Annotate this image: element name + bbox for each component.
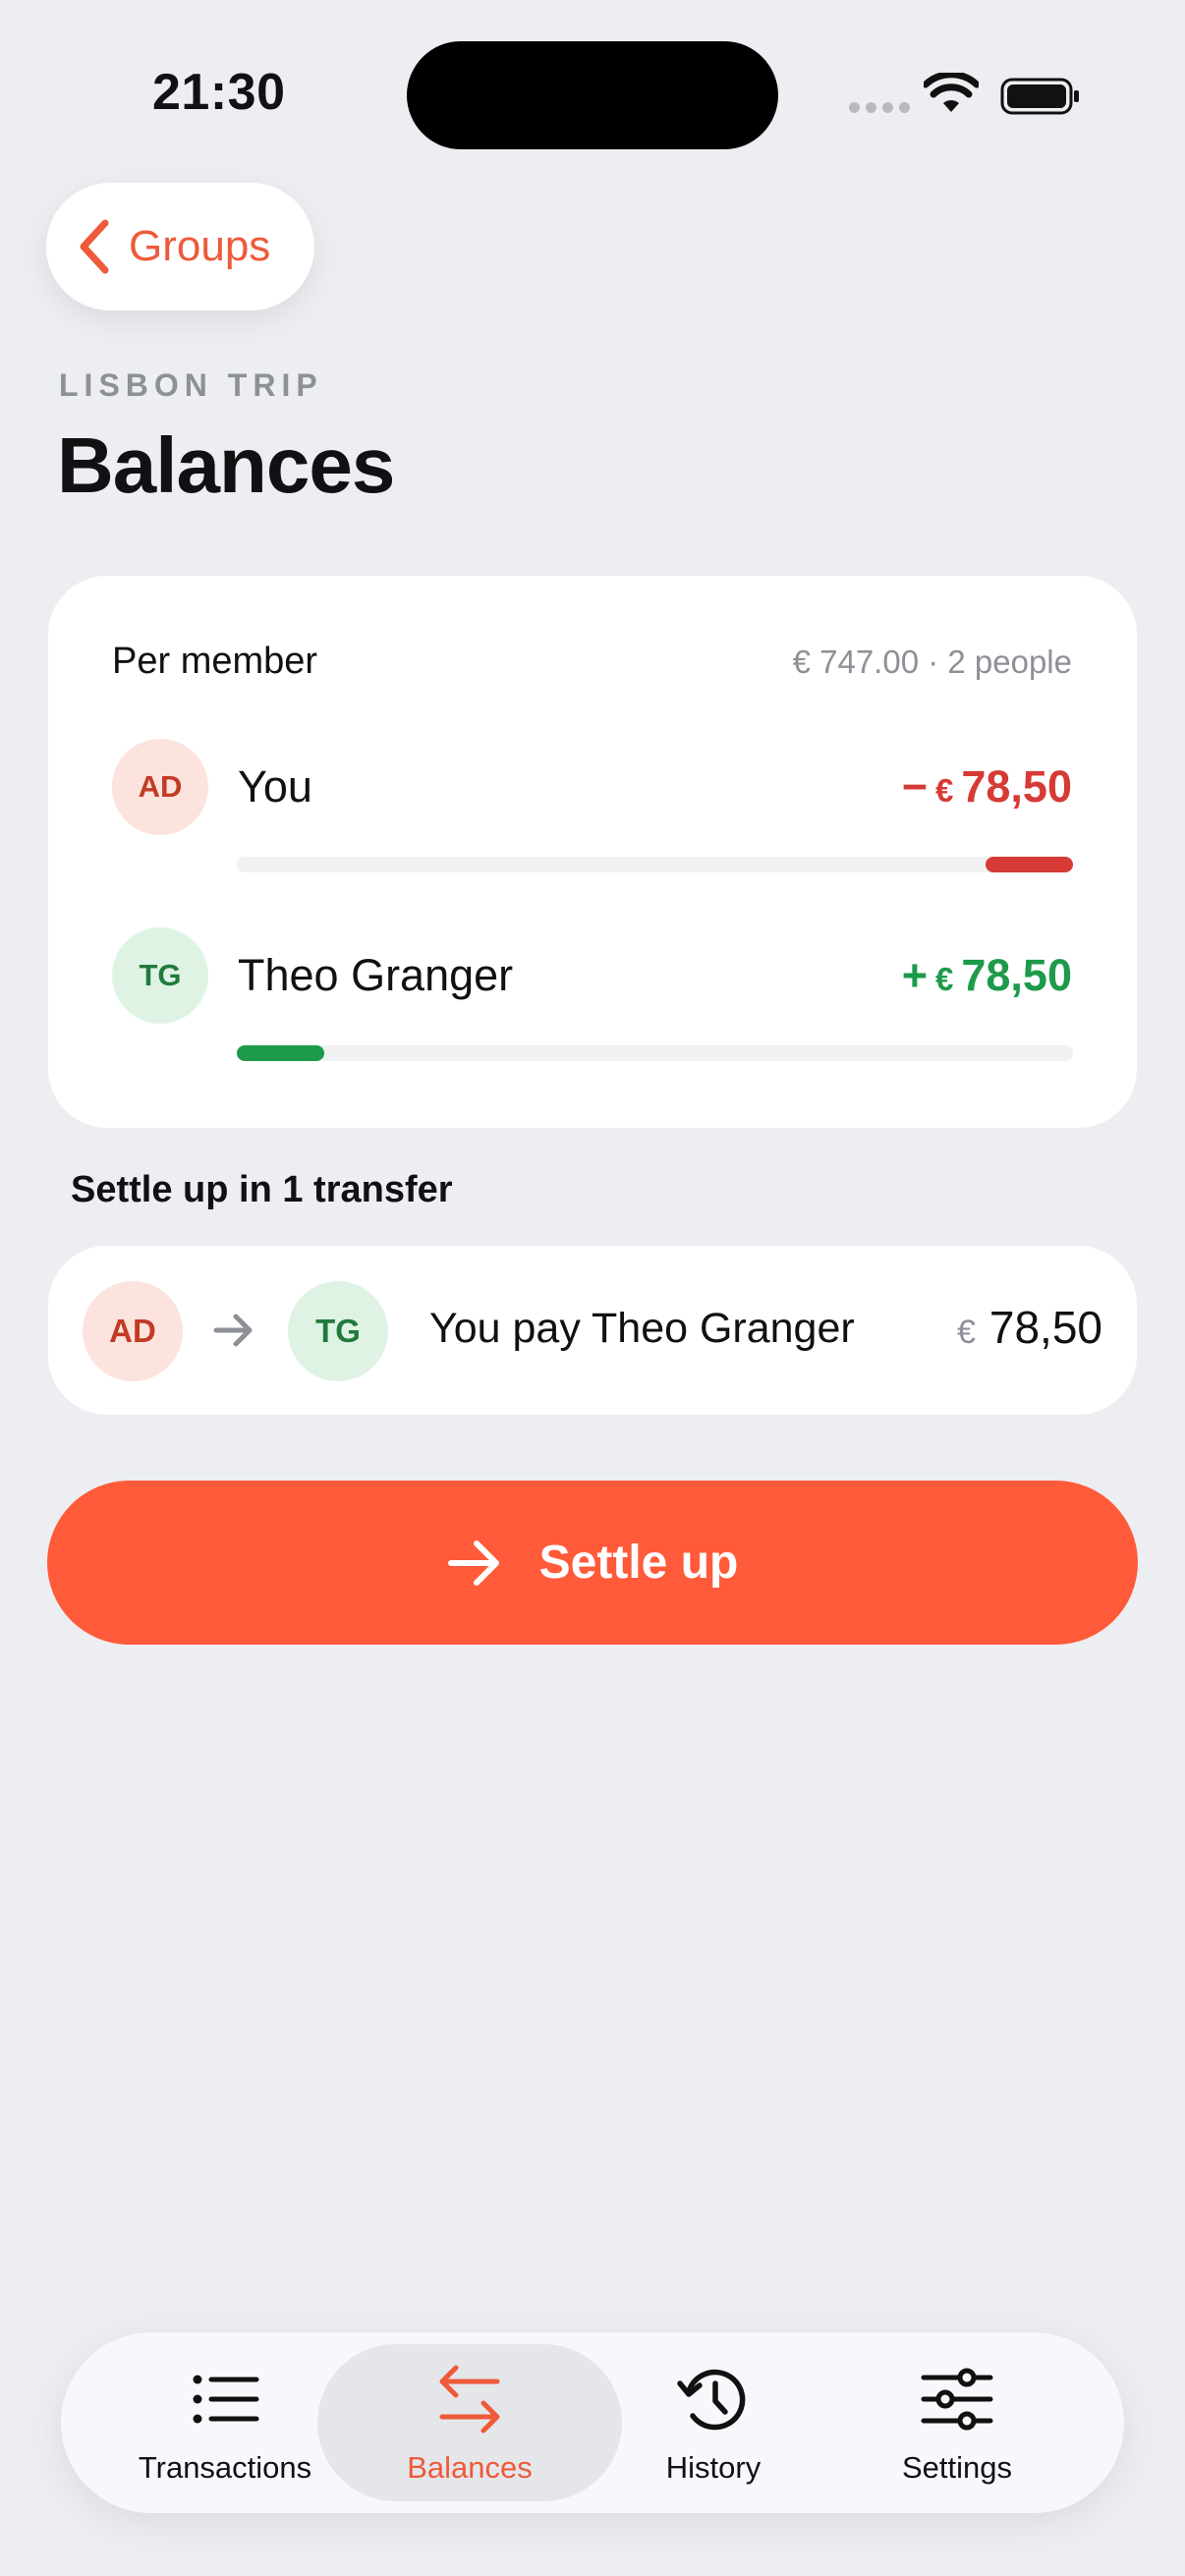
member-name: You <box>238 761 312 812</box>
card-title: Per member <box>112 641 318 682</box>
balance-sign: + <box>901 950 929 1000</box>
balance-amount: 78,50 <box>961 950 1072 1000</box>
card-total-meta: € 747.00 · 2 people <box>792 644 1072 680</box>
tab-settings[interactable]: Settings <box>834 2362 1080 2486</box>
group-name: LISBON TRIP <box>59 367 323 403</box>
member-name: Theo Granger <box>238 950 514 1000</box>
balance-bar-fill <box>237 1045 325 1061</box>
tab-label: Settings <box>901 2450 1012 2485</box>
transfer-arrows-icon <box>439 2365 500 2434</box>
tab-label: Transactions <box>138 2450 312 2485</box>
arrow-right-icon <box>213 1314 253 1347</box>
cellular-signal-icon <box>849 102 910 113</box>
balance-bar-fill <box>985 857 1073 872</box>
avatar-to: TG <box>288 1281 388 1381</box>
balance-sign: − <box>901 761 929 812</box>
chevron-left-icon <box>80 219 109 274</box>
arrow-right-icon <box>447 1540 499 1586</box>
tab-balances[interactable]: Balances <box>347 2362 592 2486</box>
back-button[interactable]: Groups <box>46 183 314 310</box>
transfer-amount-value: 78,50 <box>988 1302 1102 1353</box>
status-time: 21:30 <box>152 64 286 121</box>
tab-transactions[interactable]: Transactions <box>102 2362 348 2486</box>
wifi-icon <box>924 73 979 112</box>
settle-section-label: Settle up in 1 transfer <box>71 1169 453 1210</box>
currency-symbol: € <box>956 1314 976 1351</box>
currency-symbol: € <box>935 772 954 809</box>
tab-label: History <box>665 2450 762 2485</box>
balance-bar <box>237 857 1073 872</box>
dynamic-island <box>407 41 778 149</box>
settle-up-label: Settle up <box>538 1537 739 1589</box>
member-balance: − € 78,50 <box>902 761 1072 812</box>
back-button-label: Groups <box>129 222 271 270</box>
avatar-from: AD <box>83 1281 183 1381</box>
page-title: Balances <box>57 421 395 509</box>
tab-label: Balances <box>407 2450 533 2485</box>
battery-icon <box>1000 78 1079 115</box>
balance-bar <box>237 1045 1073 1061</box>
tab-history[interactable]: History <box>591 2362 836 2486</box>
transfer-amount: € 78,50 <box>957 1301 1102 1354</box>
member-balance: + € 78,50 <box>902 950 1072 1001</box>
settle-up-button[interactable]: Settle up <box>47 1481 1138 1645</box>
currency-symbol: € <box>935 961 954 997</box>
avatar: TG <box>112 927 208 1024</box>
transfer-description: You pay Theo Granger <box>429 1305 855 1352</box>
list-icon <box>193 2375 259 2424</box>
balance-amount: 78,50 <box>961 761 1072 812</box>
history-clock-icon <box>677 2369 746 2431</box>
avatar: AD <box>112 739 208 835</box>
sliders-icon <box>921 2368 993 2431</box>
